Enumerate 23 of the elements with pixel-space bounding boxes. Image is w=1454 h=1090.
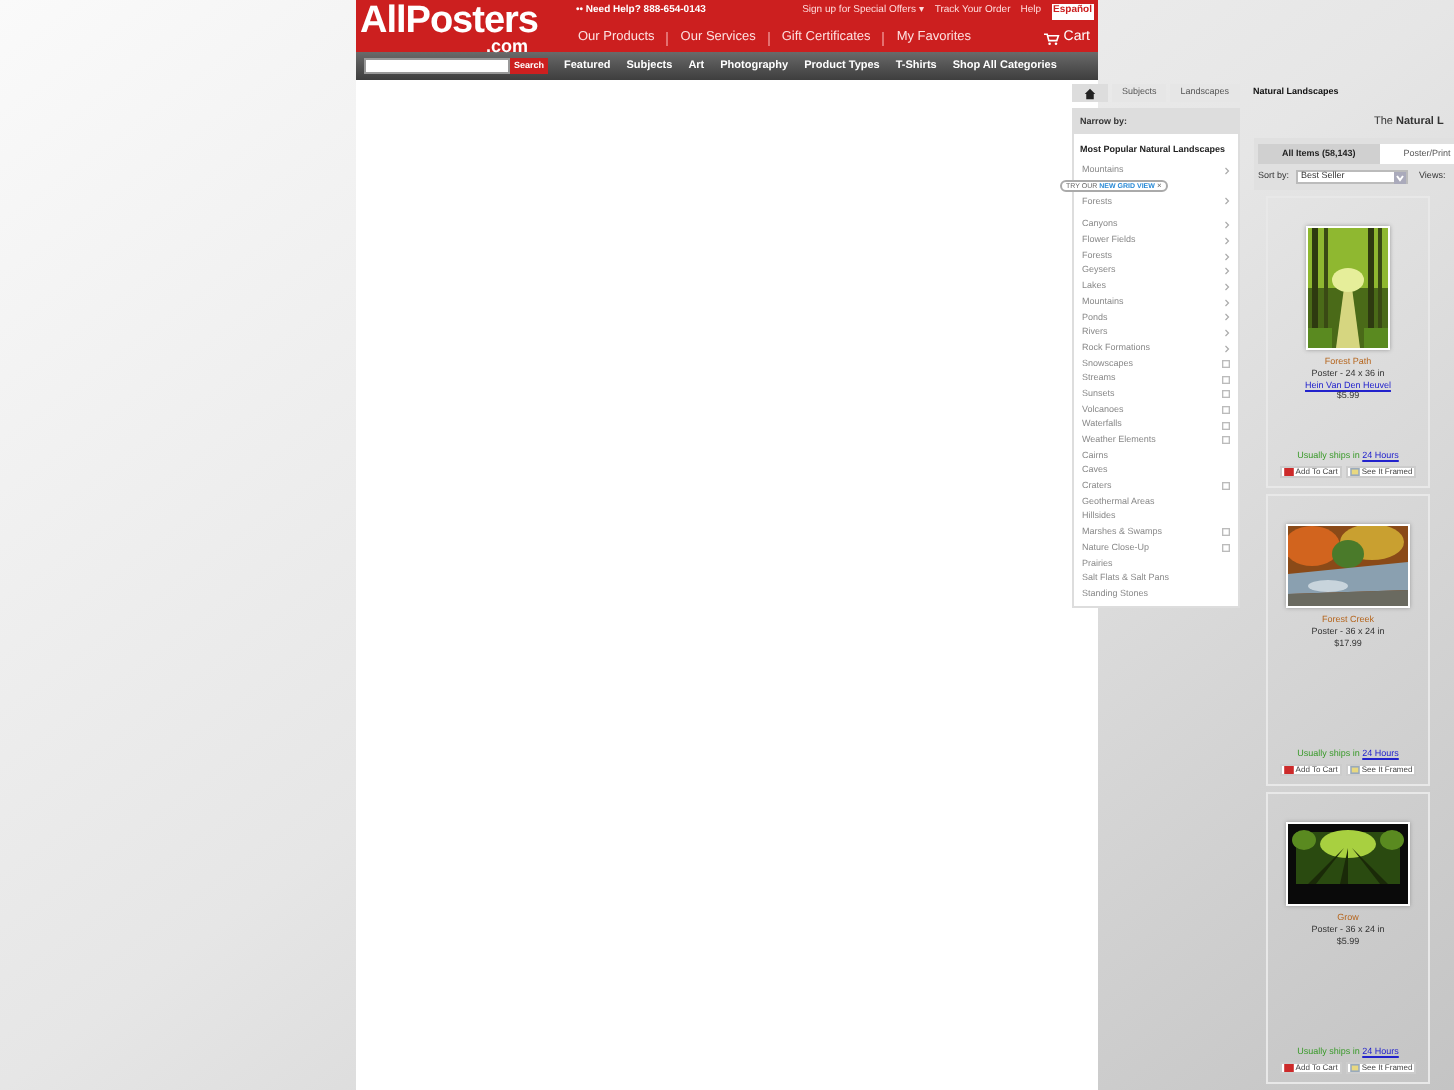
- dropdown-arrow-icon: [1393, 171, 1406, 184]
- frame-icon: [1349, 766, 1360, 775]
- checkbox-icon: [1222, 482, 1230, 491]
- frame-icon: [1349, 1064, 1360, 1073]
- checkbox-icon: [1222, 528, 1230, 537]
- cart-icon: [1283, 766, 1294, 775]
- search-field[interactable]: [364, 58, 510, 74]
- checkbox-icon: [1222, 390, 1230, 399]
- checkbox-icon: [1222, 544, 1230, 553]
- checkbox-icon: [1222, 405, 1230, 414]
- frame-icon: [1349, 468, 1360, 477]
- home-icon[interactable]: [1084, 87, 1096, 99]
- logo-domain: .com: [485, 40, 528, 52]
- cart-icon: [1283, 1064, 1294, 1073]
- checkbox-icon: [1222, 421, 1230, 430]
- cart-icon: [1283, 468, 1294, 477]
- site-logo[interactable]: AllPosters: [360, 2, 538, 40]
- checkbox-icon: [1222, 359, 1230, 368]
- checkbox-icon: [1222, 436, 1230, 445]
- chevron-icon: [1224, 196, 1230, 207]
- cart-icon: [1043, 31, 1060, 45]
- chevron-icon: [1224, 166, 1230, 177]
- checkbox-icon: [1222, 375, 1230, 384]
